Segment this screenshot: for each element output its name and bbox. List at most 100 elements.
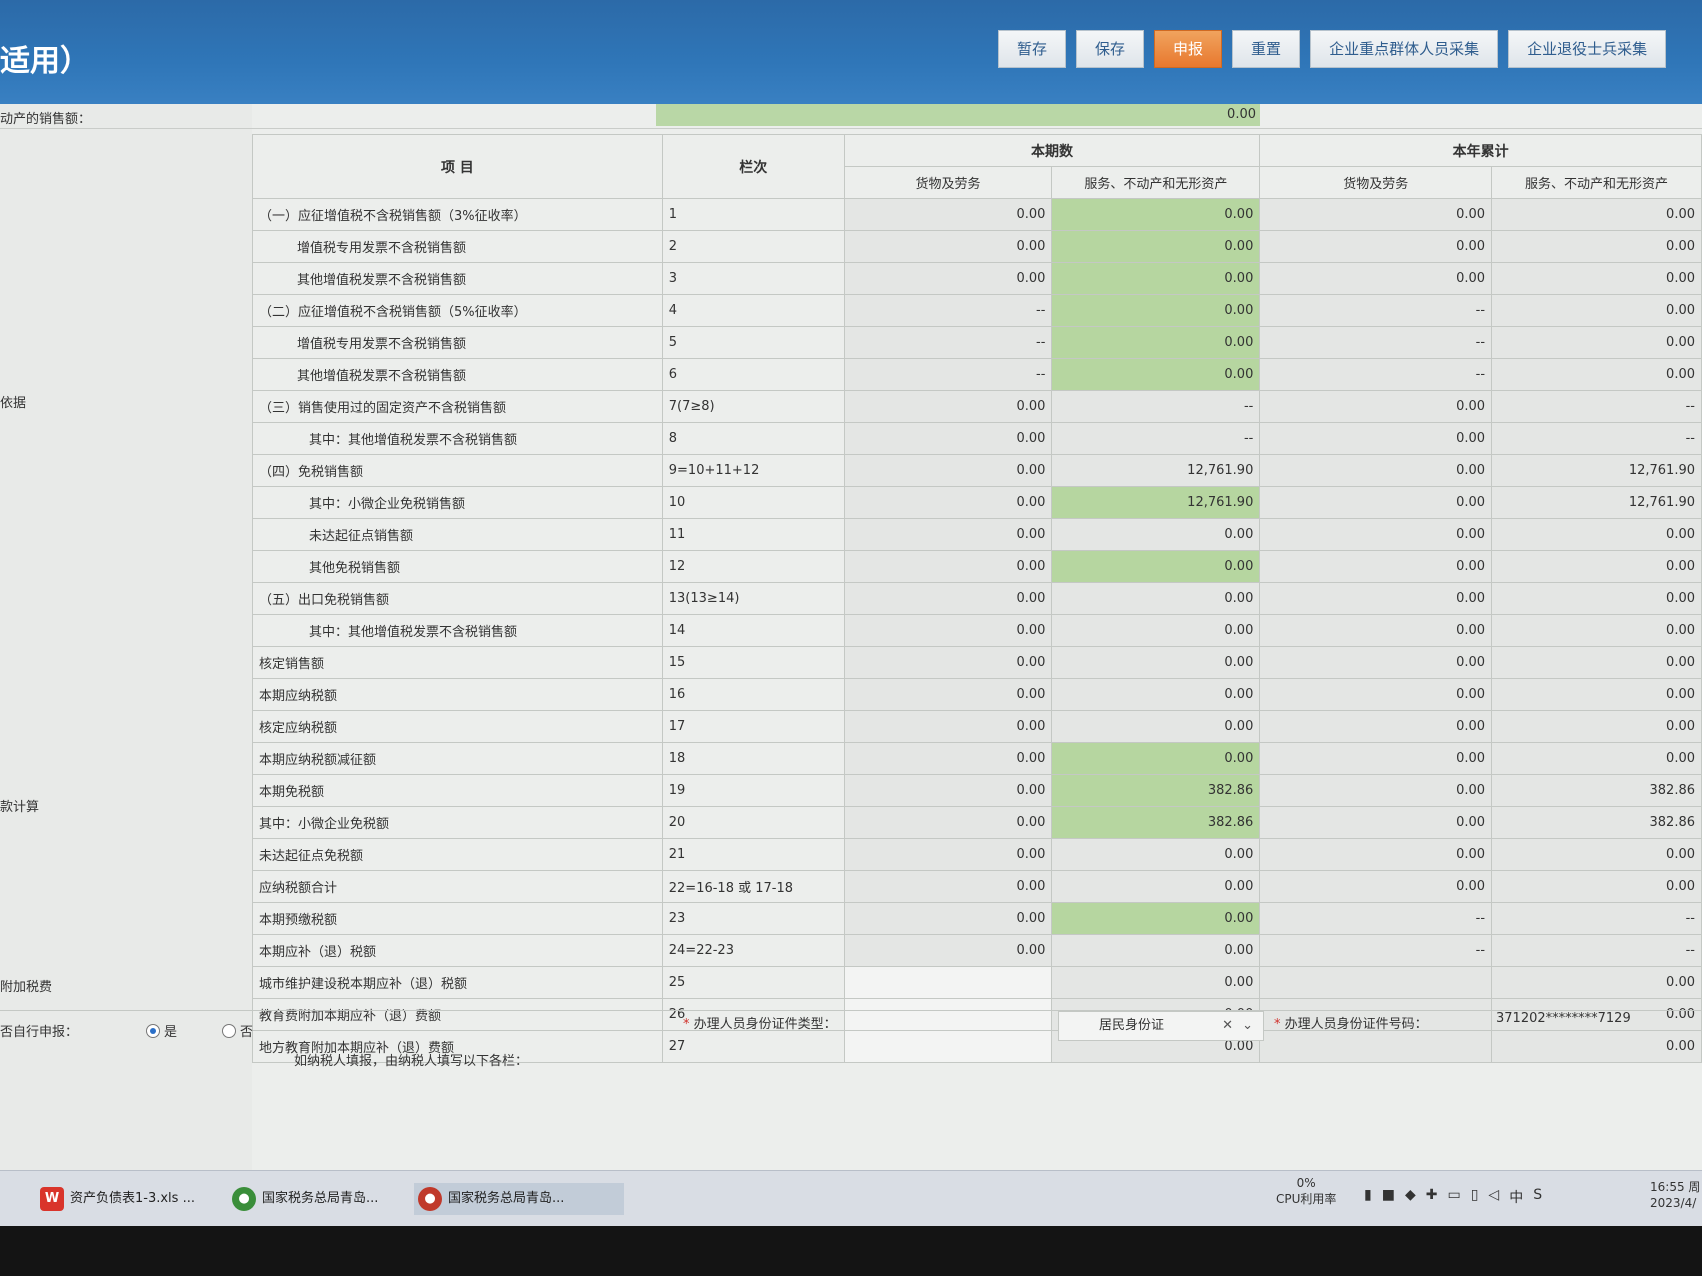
save-button[interactable]: 保存 xyxy=(1076,30,1145,68)
temp-save-button[interactable]: 暂存 xyxy=(998,30,1067,68)
current-services-cell[interactable]: 0.00 xyxy=(1051,582,1261,615)
radio-no-dot[interactable] xyxy=(222,1023,236,1038)
ytd-services-cell[interactable]: 0.00 xyxy=(1491,550,1702,583)
ytd-services-cell[interactable]: 0.00 xyxy=(1491,198,1702,231)
ytd-services-cell[interactable]: 382.86 xyxy=(1491,806,1702,839)
ytd-goods-cell[interactable]: 0.00 xyxy=(1259,870,1493,903)
ytd-goods-cell[interactable]: 0.00 xyxy=(1259,262,1493,295)
ytd-goods-cell[interactable]: 0.00 xyxy=(1259,742,1493,775)
current-services-cell[interactable]: 382.86 xyxy=(1051,774,1261,807)
current-services-cell[interactable]: 12,761.90 xyxy=(1051,486,1261,519)
battery-icon[interactable]: ▮ xyxy=(1364,1187,1372,1207)
current-goods-cell[interactable]: 0.00 xyxy=(843,422,1053,455)
current-goods-cell[interactable]: 0.00 xyxy=(843,582,1053,615)
current-goods-cell[interactable]: 0.00 xyxy=(843,454,1053,487)
current-services-cell[interactable]: 0.00 xyxy=(1051,518,1261,551)
ytd-goods-cell[interactable]: -- xyxy=(1259,902,1493,935)
current-goods-cell[interactable]: 0.00 xyxy=(843,646,1053,679)
taskbar-item-browser[interactable]: ● 国家税务总局青岛... xyxy=(414,1183,624,1215)
current-goods-cell[interactable]: 0.00 xyxy=(843,774,1053,807)
clear-icon[interactable]: ✕ xyxy=(1222,1012,1233,1040)
current-services-cell[interactable]: 12,761.90 xyxy=(1051,454,1261,487)
current-services-cell[interactable]: 0.00 xyxy=(1051,934,1261,967)
ytd-goods-cell[interactable]: 0.00 xyxy=(1259,582,1493,615)
taskbar-item-excel[interactable]: W 资产负债表1-3.xls ... xyxy=(36,1183,242,1215)
taskbar-item-chrome[interactable]: ● 国家税务总局青岛... xyxy=(228,1183,438,1215)
ytd-goods-cell[interactable]: -- xyxy=(1259,358,1493,391)
current-goods-cell[interactable]: 0.00 xyxy=(843,262,1053,295)
current-goods-cell[interactable]: 0.00 xyxy=(843,710,1053,743)
current-goods-cell[interactable]: 0.00 xyxy=(843,486,1053,519)
ytd-goods-cell[interactable]: 0.00 xyxy=(1259,518,1493,551)
current-services-cell[interactable]: 0.00 xyxy=(1051,870,1261,903)
current-services-cell[interactable]: 0.00 xyxy=(1051,230,1261,263)
security-icon[interactable]: ✚ xyxy=(1426,1187,1438,1207)
ytd-services-cell[interactable]: 0.00 xyxy=(1491,518,1702,551)
current-services-cell[interactable]: 0.00 xyxy=(1051,646,1261,679)
current-goods-cell[interactable]: 0.00 xyxy=(843,742,1053,775)
current-services-cell[interactable]: 0.00 xyxy=(1051,262,1261,295)
ytd-services-cell[interactable]: 12,761.90 xyxy=(1491,454,1702,487)
ytd-services-cell[interactable]: 0.00 xyxy=(1491,614,1702,647)
ytd-goods-cell[interactable]: -- xyxy=(1259,326,1493,359)
ytd-services-cell[interactable]: -- xyxy=(1491,902,1702,935)
network-icon[interactable]: ▭ xyxy=(1447,1187,1460,1207)
current-goods-cell[interactable]: 0.00 xyxy=(843,550,1053,583)
ytd-services-cell[interactable]: 0.00 xyxy=(1491,294,1702,327)
ytd-goods-cell[interactable]: 0.00 xyxy=(1259,390,1493,423)
radio-no[interactable]: 否 xyxy=(222,1021,253,1040)
veteran-collect-button[interactable]: 企业退役士兵采集 xyxy=(1508,30,1667,68)
current-services-cell[interactable]: 0.00 xyxy=(1051,326,1261,359)
current-goods-cell[interactable]: -- xyxy=(843,294,1053,327)
top-sales-value[interactable]: 0.00 xyxy=(656,104,1260,126)
current-goods-cell[interactable]: 0.00 xyxy=(843,902,1053,935)
current-goods-cell[interactable]: -- xyxy=(843,358,1053,391)
ytd-services-cell[interactable]: 0.00 xyxy=(1491,966,1702,999)
ytd-services-cell[interactable]: 0.00 xyxy=(1491,646,1702,679)
ytd-services-cell[interactable]: 0.00 xyxy=(1491,838,1702,871)
current-services-cell[interactable]: 382.86 xyxy=(1051,806,1261,839)
ytd-goods-cell[interactable]: -- xyxy=(1259,934,1493,967)
ytd-goods-cell[interactable]: 0.00 xyxy=(1259,454,1493,487)
ytd-goods-cell[interactable]: 0.00 xyxy=(1259,646,1493,679)
ytd-goods-cell[interactable]: 0.00 xyxy=(1259,774,1493,807)
current-goods-cell[interactable]: 0.00 xyxy=(843,934,1053,967)
declare-button[interactable]: 申报 xyxy=(1154,30,1223,68)
current-services-cell[interactable]: 0.00 xyxy=(1051,294,1261,327)
current-goods-cell[interactable]: 0.00 xyxy=(843,870,1053,903)
current-services-cell[interactable]: 0.00 xyxy=(1051,358,1261,391)
current-services-cell[interactable]: 0.00 xyxy=(1051,198,1261,231)
ytd-services-cell[interactable]: 0.00 xyxy=(1491,326,1702,359)
ytd-services-cell[interactable]: 0.00 xyxy=(1491,678,1702,711)
current-services-cell[interactable]: 0.00 xyxy=(1051,678,1261,711)
id-type-select[interactable]: 居民身份证 ✕ ⌄ xyxy=(1058,1011,1264,1041)
radio-yes-dot[interactable] xyxy=(146,1023,160,1038)
id-no-input[interactable]: 371202********7129 xyxy=(1496,1011,1631,1026)
ytd-services-cell[interactable]: 0.00 xyxy=(1491,870,1702,903)
current-goods-cell[interactable]: 0.00 xyxy=(843,678,1053,711)
ytd-services-cell[interactable]: 12,761.90 xyxy=(1491,486,1702,519)
ytd-goods-cell[interactable]: 0.00 xyxy=(1259,614,1493,647)
ytd-services-cell[interactable]: 0.00 xyxy=(1491,230,1702,263)
current-goods-cell[interactable]: 0.00 xyxy=(843,838,1053,871)
ytd-services-cell[interactable]: 0.00 xyxy=(1491,262,1702,295)
current-services-cell[interactable]: 0.00 xyxy=(1051,710,1261,743)
ytd-goods-cell[interactable]: 0.00 xyxy=(1259,550,1493,583)
clock[interactable]: 16:55 周 2023/4/ xyxy=(1650,1179,1700,1211)
current-services-cell[interactable]: 0.00 xyxy=(1051,550,1261,583)
current-services-cell[interactable]: 0.00 xyxy=(1051,742,1261,775)
current-services-cell[interactable]: 0.00 xyxy=(1051,966,1261,999)
current-goods-cell[interactable]: 0.00 xyxy=(843,806,1053,839)
ytd-goods-cell[interactable]: 0.00 xyxy=(1259,230,1493,263)
current-goods-cell[interactable]: -- xyxy=(843,326,1053,359)
reset-button[interactable]: 重置 xyxy=(1232,30,1301,68)
ytd-services-cell[interactable]: -- xyxy=(1491,934,1702,967)
ytd-services-cell[interactable]: -- xyxy=(1491,422,1702,455)
current-goods-cell[interactable]: 0.00 xyxy=(843,230,1053,263)
radio-yes[interactable]: 是 xyxy=(146,1021,177,1040)
ytd-goods-cell[interactable]: 0.00 xyxy=(1259,198,1493,231)
input-method-icon[interactable]: S xyxy=(1533,1187,1542,1207)
current-goods-cell[interactable]: 0.00 xyxy=(843,518,1053,551)
key-group-collect-button[interactable]: 企业重点群体人员采集 xyxy=(1310,30,1499,68)
current-goods-cell[interactable]: 0.00 xyxy=(843,614,1053,647)
